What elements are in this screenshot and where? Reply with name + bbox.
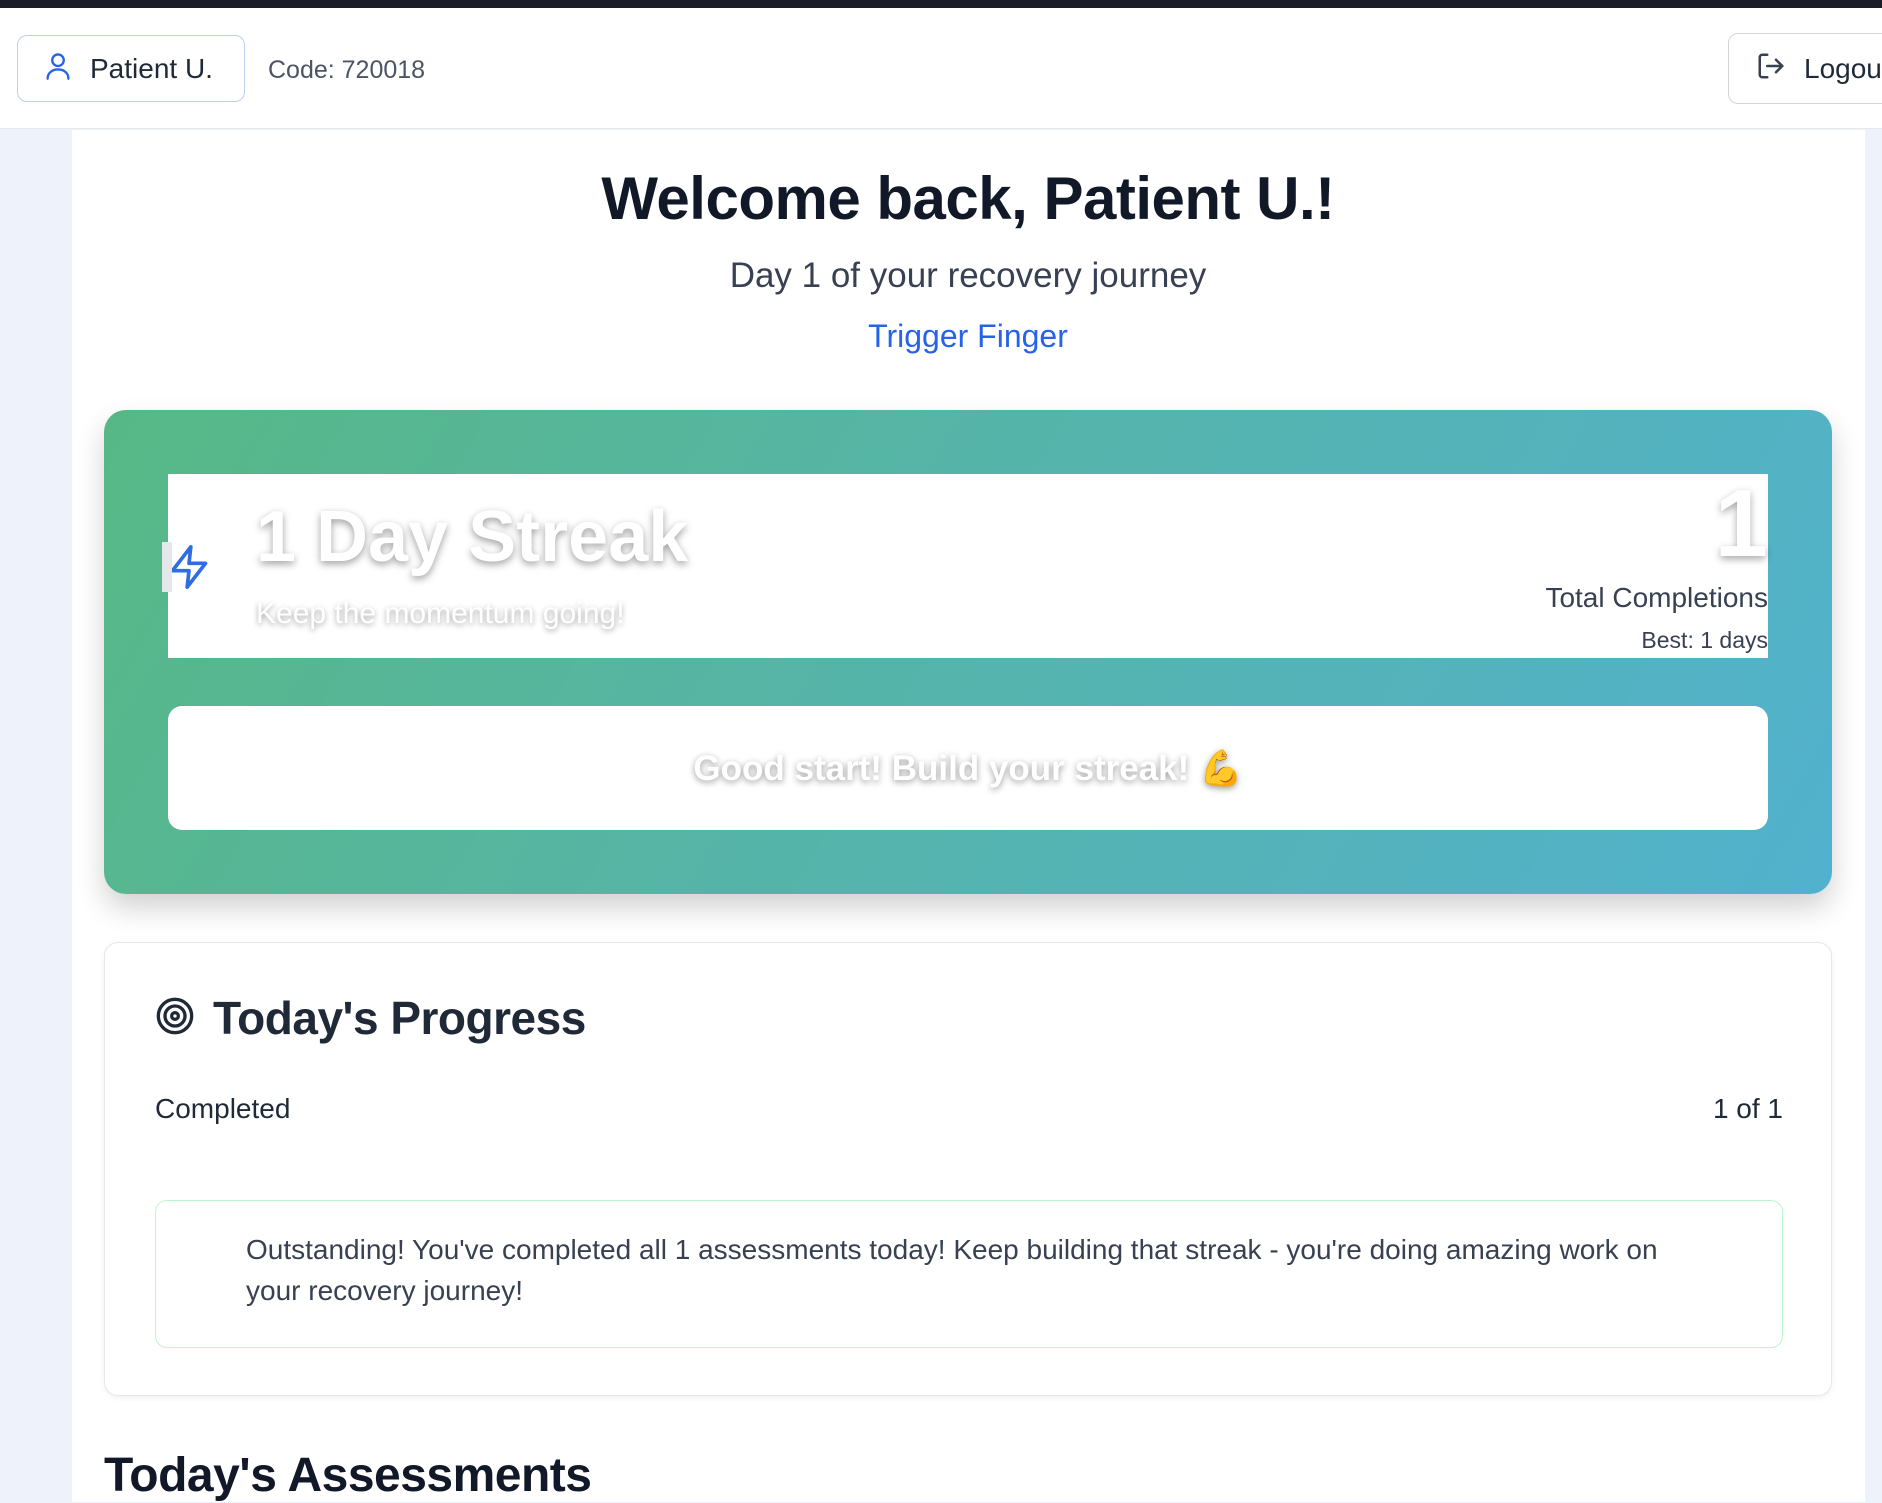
- logout-button[interactable]: Logout: [1728, 33, 1882, 104]
- completion-message: Outstanding! You've completed all 1 asse…: [155, 1200, 1783, 1348]
- welcome-title: Welcome back, Patient U.!: [601, 165, 1335, 232]
- lightning-bolt-icon: [162, 542, 216, 592]
- target-icon: [155, 996, 195, 1041]
- total-completions-value: 1: [1714, 470, 1768, 577]
- recovery-day-line: Day 1 of your recovery journey: [729, 256, 1207, 295]
- logout-label: Logout: [1804, 52, 1882, 84]
- todays-progress-card: Today's Progress Completed 1 of 1 Outsta…: [104, 942, 1832, 1396]
- patient-profile-button[interactable]: Patient U.: [17, 35, 245, 102]
- patient-name-label: Patient U.: [90, 52, 213, 84]
- motivation-text: Good start! Build your streak! 💪: [693, 748, 1243, 788]
- window-top-strip: [0, 0, 1882, 8]
- progress-title: Today's Progress: [213, 992, 586, 1044]
- progress-header: Today's Progress: [155, 991, 586, 1045]
- patient-code: Code: 720018: [268, 56, 426, 84]
- completed-label: Completed: [155, 1093, 291, 1124]
- condition-link[interactable]: Trigger Finger: [0, 318, 1882, 355]
- app-header: Patient U. Code: 720018 Logout: [0, 8, 1882, 129]
- best-streak-label: Best: 1 days: [1641, 627, 1768, 653]
- streak-card: 1 Day Streak Keep the momentum going! 1 …: [104, 410, 1832, 894]
- streak-summary: 1 Day Streak Keep the momentum going! 1 …: [162, 470, 1768, 658]
- motivation-banner: Good start! Build your streak! 💪: [168, 706, 1768, 830]
- user-icon: [44, 51, 72, 86]
- logout-icon: [1756, 51, 1786, 86]
- total-completions-label: Total Completions: [1545, 582, 1768, 613]
- completed-count: 1 of 1: [1712, 1093, 1783, 1124]
- todays-assessments-title: Today's Assessments: [104, 1449, 592, 1502]
- streak-title: 1 Day Streak: [256, 497, 689, 577]
- streak-subtitle: Keep the momentum going!: [256, 597, 625, 630]
